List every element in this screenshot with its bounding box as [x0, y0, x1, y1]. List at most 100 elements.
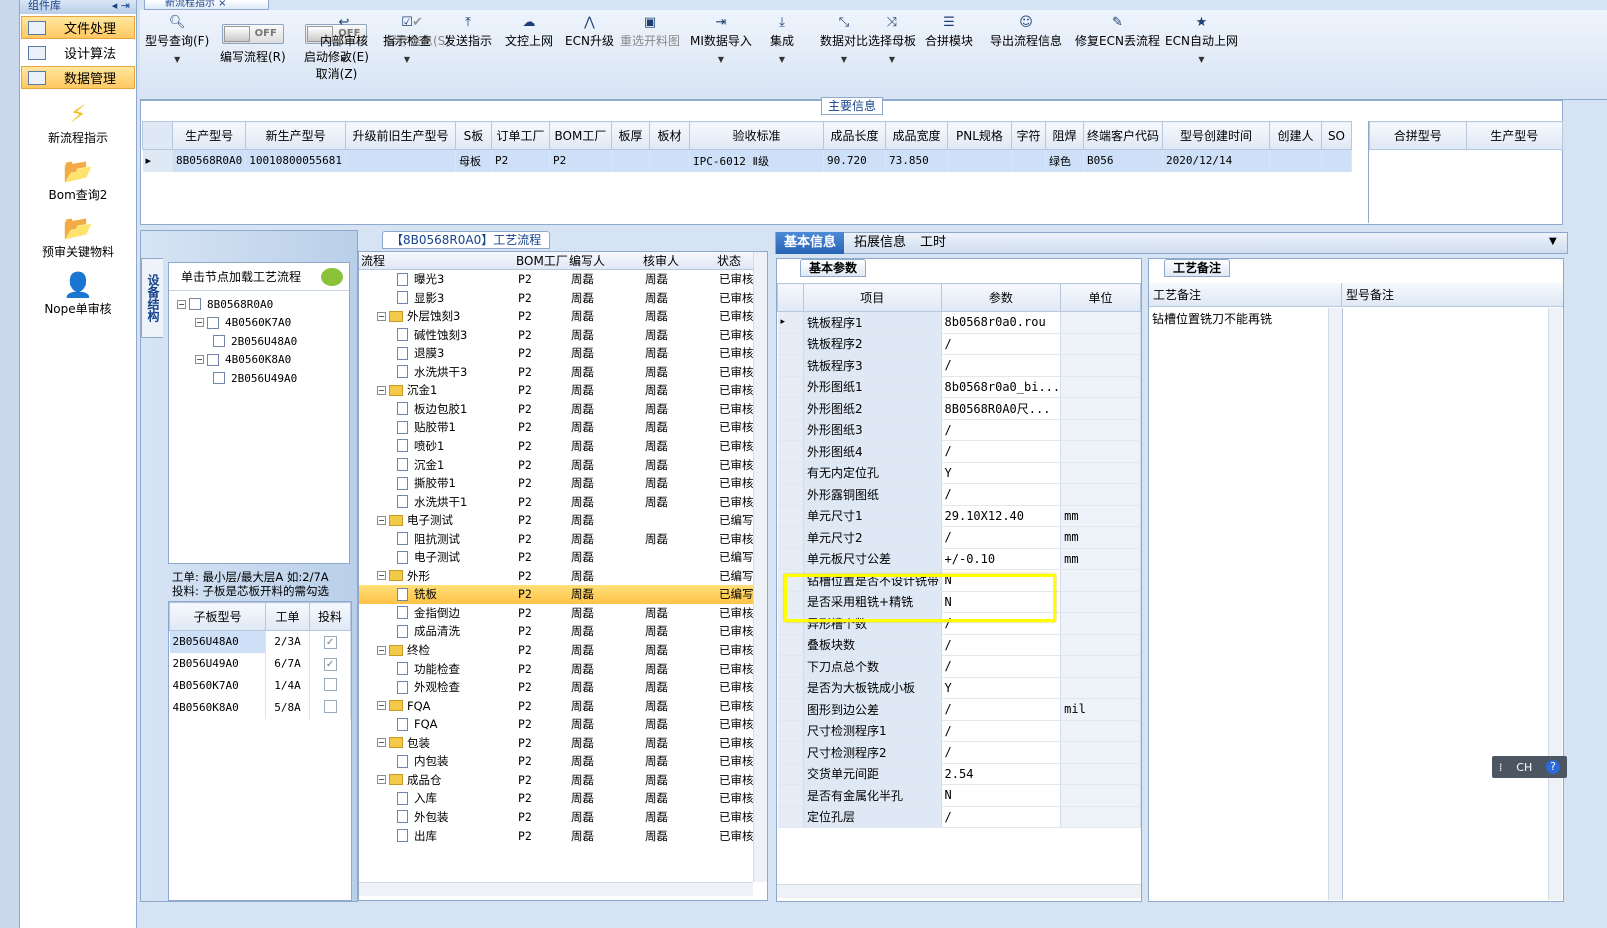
model-remarks-scrollbar[interactable] [1548, 308, 1562, 900]
tree-node[interactable]: 2B056U48A0 [169, 332, 349, 351]
flow-row[interactable]: − 外形 P2 周磊 已编写 [359, 567, 753, 586]
main-info-col-header[interactable]: 成品宽度 [884, 121, 948, 150]
flow-row[interactable]: − 终检 P2 周磊 周磊 已审核 [359, 641, 753, 660]
flow-row[interactable]: FQA P2 周磊 周磊 已审核 [359, 715, 753, 734]
param-row[interactable]: 铣板程序3/ [777, 354, 1141, 377]
flow-col-header[interactable]: 流程 [361, 252, 516, 270]
toolbar-button-8[interactable]: ⤡ 数据对比 ▼ [820, 14, 868, 64]
param-value-cell[interactable]: 2.54 [941, 763, 1062, 785]
flow-row[interactable]: 显影3 P2 周磊 周磊 已审核 [359, 289, 753, 308]
collapse-icon[interactable]: − [195, 318, 204, 328]
flow-row[interactable]: 成品清洗 P2 周磊 周磊 已审核 [359, 622, 753, 641]
params-horizontal-scrollbar[interactable] [777, 884, 1141, 898]
flow-row[interactable]: − 电子测试 P2 周磊 已编写 [359, 511, 753, 530]
main-info-col-header[interactable]: 订单工厂 [490, 121, 550, 150]
param-row[interactable]: ▸ 铣板程序1 8b0568r0a0.rou [777, 311, 1141, 334]
param-value-cell[interactable]: / [941, 655, 1062, 678]
tab-basic-params[interactable]: 基本参数 [800, 259, 867, 277]
main-info-col-header[interactable]: 生产型号 [171, 121, 247, 150]
param-value-cell[interactable]: N [941, 784, 1062, 807]
param-value-cell[interactable]: 29.10X12.40 [941, 505, 1062, 527]
flow-row[interactable]: − 沉金1 P2 周磊 周磊 已审核 [359, 381, 753, 400]
collapse-icon[interactable]: − [377, 775, 386, 785]
main-info-col-header[interactable]: BOM工厂 [548, 121, 612, 150]
feed-checkbox[interactable]: ✓ [323, 657, 337, 671]
flow-row[interactable]: 阻抗测试 P2 周磊 周磊 已审核 [359, 530, 753, 549]
param-value-cell[interactable]: / [941, 483, 1062, 506]
table-row[interactable]: 2B056U49A0 6/7A ✓ [169, 652, 351, 675]
param-row[interactable]: 叠板块数 / [777, 634, 1141, 656]
flow-row[interactable]: − 外层蚀刻3 P2 周磊 周磊 已审核 [359, 307, 753, 326]
param-row[interactable]: 外形图纸2 8B0568R0A0尺... [777, 397, 1141, 420]
toolbar-button-1[interactable]: ☑ 指示检查 ▼ [383, 14, 431, 64]
flow-row[interactable]: 碱性蚀刻3 P2 周磊 周磊 已审核 [359, 326, 753, 345]
toolbar-button-4[interactable]: ⋀ ECN升级 [565, 14, 614, 49]
param-value-cell[interactable]: / [941, 419, 1062, 441]
param-row[interactable]: 有无内定位孔 Y [777, 462, 1141, 484]
flow-col-header[interactable]: BOM工厂 [516, 252, 568, 270]
param-row[interactable]: 外形露铜图纸 / [777, 483, 1141, 506]
main-info-col-header[interactable]: 创建人 [1268, 121, 1322, 150]
param-row[interactable]: 尺寸检测程序1/ [777, 720, 1141, 742]
table-row[interactable]: 2B056U48A0 2/3A ✓ [169, 630, 351, 653]
tab-new-flow[interactable]: 新流程指示 × [144, 0, 269, 10]
nav-shortcut-3[interactable]: 👤 Nope单审核 [20, 270, 136, 317]
params-col-header[interactable]: 参数 [940, 283, 1062, 312]
flow-row[interactable]: 入库 P2 周磊 周磊 已审核 [359, 789, 753, 808]
merge-col-header[interactable]: 生产型号 [1465, 121, 1563, 150]
sub-col-header[interactable]: 工单 [264, 602, 311, 631]
info-tab-0[interactable]: 基本信息 [776, 232, 845, 254]
table-row[interactable]: 4B0560K8A0 5/8A [169, 696, 351, 719]
collapse-icon[interactable]: − [377, 385, 386, 395]
main-info-col-header[interactable]: 字符 [1010, 121, 1046, 150]
flow-row[interactable]: 撕胶带1 P2 周磊 周磊 已审核 [359, 474, 753, 493]
flow-row[interactable]: 沉金1 P2 周磊 周磊 已审核 [359, 456, 753, 475]
flow-row[interactable]: 板边包胶1 P2 周磊 周磊 已审核 [359, 400, 753, 419]
param-row[interactable]: 单元板尺寸公差 +/-0.10 mm [777, 548, 1141, 570]
param-value-cell[interactable]: / [941, 720, 1062, 742]
param-value-cell[interactable]: Y [941, 462, 1062, 484]
feed-checkbox[interactable] [323, 699, 337, 713]
param-value-cell[interactable]: 8b0568r0a0.rou [941, 311, 1062, 334]
feed-checkbox[interactable]: ✓ [323, 635, 337, 649]
flow-row[interactable]: 铣板 P2 周磊 已编写 [359, 585, 753, 604]
toolbar-button-5[interactable]: ▣ 重选开料图 [620, 14, 680, 49]
param-row[interactable]: 外形图纸3/ [777, 419, 1141, 441]
params-col-header[interactable]: 项目 [803, 283, 942, 312]
write-flow-toggle[interactable]: OFF 编写流程(R) [220, 24, 286, 65]
flow-horizontal-scrollbar[interactable] [359, 882, 753, 896]
flow-row[interactable]: 电子测试 P2 周磊 已编写 [359, 548, 753, 567]
param-row[interactable]: 下刀点总个数 / [777, 655, 1141, 678]
flow-row[interactable]: 贴胶带1 P2 周磊 周磊 已审核 [359, 418, 753, 437]
main-info-col-header[interactable]: S板 [454, 121, 492, 150]
toolbar-button-12[interactable]: ✎ 修复ECN丢流程 [1075, 14, 1160, 49]
main-info-col-header[interactable]: SO [1320, 121, 1352, 150]
toolbar-button-2[interactable]: ⤒ 发送指示 [444, 14, 492, 49]
param-row[interactable]: 铣板程序2/ [777, 333, 1141, 355]
flow-row[interactable]: 出库 P2 周磊 周磊 已审核 [359, 827, 753, 846]
param-value-cell[interactable]: +/-0.10 [941, 548, 1062, 570]
tree-node[interactable]: 2B056U49A0 [169, 369, 349, 388]
main-info-col-header[interactable]: 新生产型号 [245, 121, 346, 150]
nav-item-0[interactable]: 文件处理 [21, 16, 135, 39]
flow-vertical-scrollbar[interactable] [753, 252, 767, 882]
param-value-cell[interactable]: 8b0568r0a0_bi... [941, 376, 1062, 398]
toolbar-button-11[interactable]: ☺ 导出流程信息 [990, 14, 1062, 49]
collapse-icon[interactable]: − [377, 515, 386, 525]
flow-row[interactable]: 水洗烘干1 P2 周磊 周磊 已审核 [359, 493, 753, 512]
side-tab-device-structure[interactable]: 设备结构 [141, 258, 163, 338]
main-info-col-header[interactable]: 验收标准 [688, 121, 824, 150]
flow-row[interactable]: 外观检查 P2 周磊 周磊 已审核 [359, 678, 753, 697]
flow-row[interactable]: 退膜3 P2 周磊 周磊 已审核 [359, 344, 753, 363]
flow-row[interactable]: 金指倒边 P2 周磊 周磊 已审核 [359, 604, 753, 623]
toolbar-button-7[interactable]: ⤓ 集成 ▼ [770, 14, 794, 64]
flow-row[interactable]: 喷砂1 P2 周磊 周磊 已审核 [359, 437, 753, 456]
main-info-col-header[interactable]: 板厚 [610, 121, 650, 150]
flow-col-header[interactable]: 状态 [717, 252, 757, 270]
collapse-icon[interactable]: − [377, 311, 386, 321]
collapse-icon[interactable]: − [377, 571, 386, 581]
param-value-cell[interactable]: / [941, 698, 1062, 721]
param-value-cell[interactable]: / [941, 806, 1062, 828]
param-value-cell[interactable]: / [941, 526, 1062, 549]
param-row[interactable]: 外形图纸1 8b0568r0a0_bi... [777, 376, 1141, 398]
